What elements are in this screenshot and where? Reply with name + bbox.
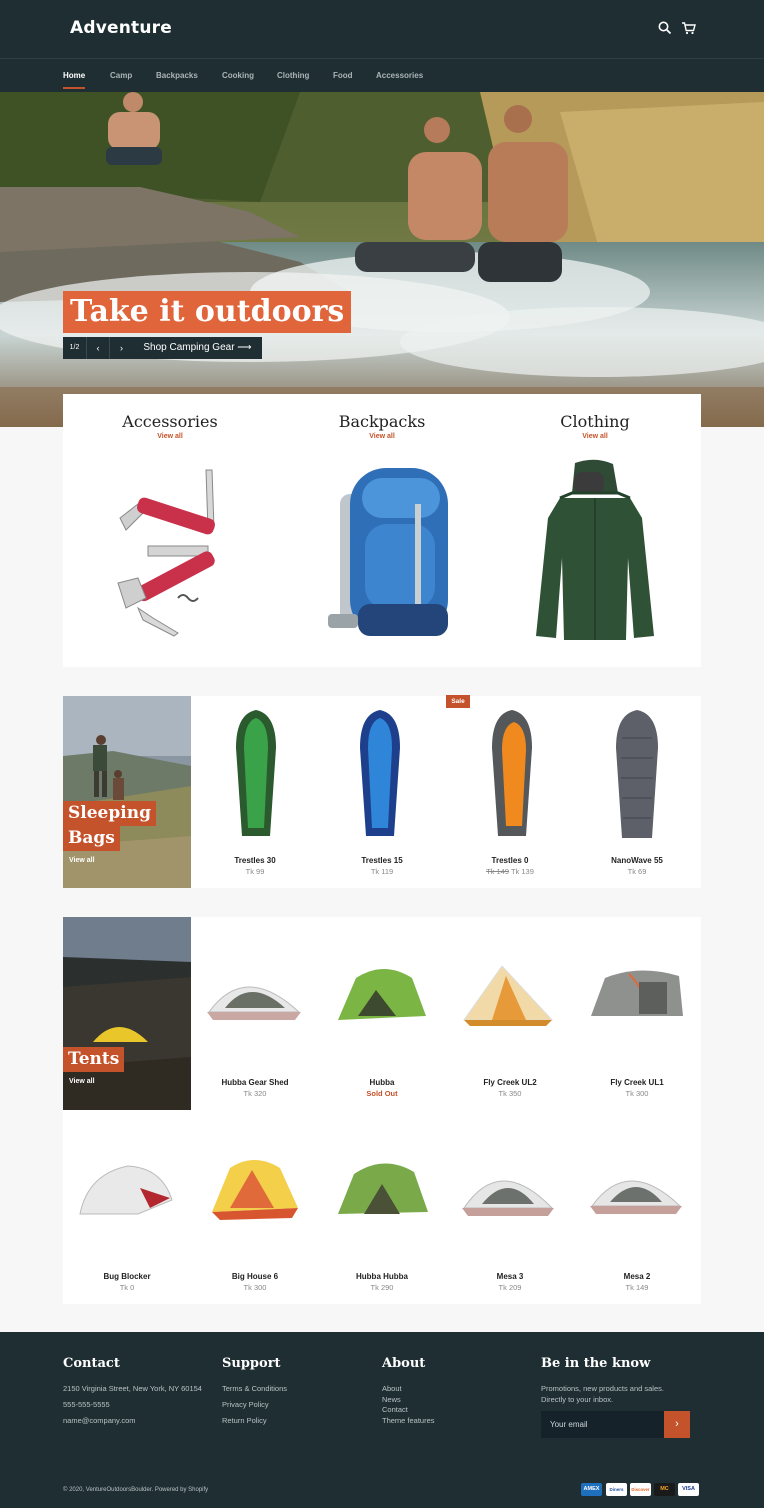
cart-icon[interactable] bbox=[681, 20, 697, 36]
nav-item-cooking[interactable]: Cooking bbox=[222, 71, 254, 80]
hubba-image[interactable] bbox=[336, 964, 428, 1026]
hubba-hubba-image[interactable] bbox=[336, 1158, 430, 1220]
multitool-image[interactable] bbox=[108, 468, 228, 638]
newsletter-submit-button[interactable]: › bbox=[664, 1411, 690, 1438]
product-name-fly-creek-ul1[interactable]: Fly Creek UL1 bbox=[567, 1078, 707, 1087]
product-name-trestles-0[interactable]: Trestles 0 bbox=[440, 856, 580, 865]
tents-view-all-link[interactable]: View all bbox=[69, 1078, 95, 1085]
footer-about-title: About bbox=[382, 1356, 426, 1371]
collection-link-backpacks[interactable]: View all bbox=[282, 433, 482, 440]
jacket-image[interactable] bbox=[530, 458, 660, 644]
nav-item-food[interactable]: Food bbox=[333, 71, 353, 80]
footer-link-theme-features[interactable]: Theme features bbox=[382, 1416, 435, 1425]
product-price-trestles-30: Tk 99 bbox=[245, 867, 265, 876]
footer-email[interactable]: name@company.com bbox=[63, 1416, 136, 1425]
amex-icon: AMEX bbox=[581, 1483, 602, 1496]
fly-creek-ul1-image[interactable] bbox=[589, 968, 685, 1020]
slide-next-button[interactable]: › bbox=[109, 337, 133, 359]
footer-newsletter-line2: Directly to your inbox. bbox=[541, 1395, 614, 1404]
footer-copyright: © 2020, VentureOutdoorsBoulder. Powered … bbox=[63, 1487, 209, 1493]
product-price-fly-creek-ul1: Tk 300 bbox=[625, 1089, 649, 1098]
discover-icon: Discover bbox=[630, 1483, 651, 1496]
product-price-bug-blocker: Tk 0 bbox=[119, 1283, 135, 1292]
mesa-3-image[interactable] bbox=[460, 1160, 556, 1220]
product-price-trestles-0: Tk 149 Tk 139 bbox=[440, 867, 580, 876]
trestles-15-image[interactable] bbox=[358, 708, 402, 840]
product-name-mesa-3[interactable]: Mesa 3 bbox=[440, 1272, 580, 1281]
product-name-hubba-gear-shed[interactable]: Hubba Gear Shed bbox=[185, 1078, 325, 1087]
product-name-trestles-30[interactable]: Trestles 30 bbox=[185, 856, 325, 865]
collection-title-backpacks[interactable]: Backpacks bbox=[282, 412, 482, 431]
visa-icon: VISA bbox=[678, 1483, 699, 1496]
sleeping-bags-label-line1: Sleeping bbox=[63, 801, 156, 826]
nav-item-camp[interactable]: Camp bbox=[110, 71, 132, 80]
product-price-big-house-6: Tk 300 bbox=[243, 1283, 267, 1292]
product-name-bug-blocker[interactable]: Bug Blocker bbox=[57, 1272, 197, 1281]
slide-counter: 1/2 bbox=[63, 337, 86, 359]
fly-creek-ul2-image[interactable] bbox=[462, 962, 554, 1028]
footer-support-title: Support bbox=[222, 1356, 281, 1371]
footer-newsletter-title: Be in the know bbox=[541, 1356, 651, 1371]
footer-link-terms[interactable]: Terms & Conditions bbox=[222, 1384, 287, 1393]
product-name-fly-creek-ul2[interactable]: Fly Creek UL2 bbox=[440, 1078, 580, 1087]
product-old-price: Tk 149 bbox=[486, 867, 510, 876]
collection-title-accessories[interactable]: Accessories bbox=[70, 412, 270, 431]
slide-prev-button[interactable]: ‹ bbox=[86, 337, 109, 359]
trestles-0-image[interactable] bbox=[490, 708, 534, 840]
footer-link-return[interactable]: Return Policy bbox=[222, 1416, 267, 1425]
collection-link-accessories[interactable]: View all bbox=[70, 433, 270, 440]
footer-link-contact[interactable]: Contact bbox=[382, 1405, 408, 1414]
backpack-image[interactable] bbox=[320, 464, 455, 644]
footer-newsletter-line1: Promotions, new products and sales. bbox=[541, 1384, 664, 1393]
sleeping-bags-label-line2: Bags bbox=[63, 826, 120, 851]
mastercard-icon: MC bbox=[654, 1483, 675, 1496]
product-sale-price: Tk 139 bbox=[510, 867, 534, 876]
hero-title: Take it outdoors bbox=[63, 291, 352, 333]
hero-image bbox=[0, 92, 764, 427]
diners-club-icon: Diners bbox=[606, 1483, 627, 1496]
hero-banner: Take it outdoors bbox=[0, 92, 764, 427]
sale-badge: Sale bbox=[446, 695, 470, 708]
footer-contact-title: Contact bbox=[63, 1356, 120, 1371]
tents-label: Tents bbox=[63, 1047, 125, 1072]
nav-item-clothing[interactable]: Clothing bbox=[277, 71, 309, 80]
big-house-6-image[interactable] bbox=[208, 1156, 300, 1222]
main-nav: Home Camp Backpacks Cooking Clothing Foo… bbox=[0, 58, 764, 92]
footer-link-privacy[interactable]: Privacy Policy bbox=[222, 1400, 269, 1409]
footer-address: 2150 Virginia Street, New York, NY 60154 bbox=[63, 1384, 202, 1393]
nav-item-accessories[interactable]: Accessories bbox=[376, 71, 423, 80]
nav-item-backpacks[interactable]: Backpacks bbox=[156, 71, 198, 80]
product-price-hubba: Sold Out bbox=[366, 1089, 398, 1098]
product-price-mesa-3: Tk 209 bbox=[498, 1283, 522, 1292]
shop-camping-gear-button[interactable]: Shop Camping Gear ⟶ bbox=[133, 337, 262, 359]
footer-phone[interactable]: 555-555-5555 bbox=[63, 1400, 110, 1409]
nav-item-home[interactable]: Home bbox=[63, 71, 86, 89]
hubba-gear-shed-image[interactable] bbox=[205, 968, 303, 1024]
product-name-mesa-2[interactable]: Mesa 2 bbox=[567, 1272, 707, 1281]
product-name-nanowave-55[interactable]: NanoWave 55 bbox=[567, 856, 707, 865]
product-price-hubba-hubba: Tk 290 bbox=[370, 1283, 394, 1292]
product-price-mesa-2: Tk 149 bbox=[625, 1283, 649, 1292]
product-price-nanowave-55: Tk 69 bbox=[627, 867, 647, 876]
newsletter-email-input[interactable] bbox=[541, 1411, 664, 1438]
nanowave-55-image[interactable] bbox=[614, 708, 660, 840]
footer-link-about[interactable]: About bbox=[382, 1384, 402, 1393]
site-logo[interactable]: Adventure bbox=[70, 18, 172, 38]
product-name-big-house-6[interactable]: Big House 6 bbox=[185, 1272, 325, 1281]
product-price-trestles-15: Tk 119 bbox=[370, 867, 394, 876]
product-price-fly-creek-ul2: Tk 350 bbox=[498, 1089, 522, 1098]
footer-link-news[interactable]: News bbox=[382, 1395, 401, 1404]
search-icon[interactable] bbox=[657, 20, 673, 36]
sleeping-bags-view-all-link[interactable]: View all bbox=[69, 857, 95, 864]
product-name-hubba[interactable]: Hubba bbox=[312, 1078, 452, 1087]
product-name-hubba-hubba[interactable]: Hubba Hubba bbox=[312, 1272, 452, 1281]
trestles-30-image[interactable] bbox=[234, 708, 278, 840]
bug-blocker-image[interactable] bbox=[78, 1160, 174, 1218]
site-header: Adventure bbox=[0, 0, 764, 58]
product-price-hubba-gear-shed: Tk 320 bbox=[243, 1089, 267, 1098]
collection-title-clothing[interactable]: Clothing bbox=[495, 412, 695, 431]
product-name-trestles-15[interactable]: Trestles 15 bbox=[312, 856, 452, 865]
collection-link-clothing[interactable]: View all bbox=[495, 433, 695, 440]
mesa-2-image[interactable] bbox=[588, 1162, 684, 1218]
